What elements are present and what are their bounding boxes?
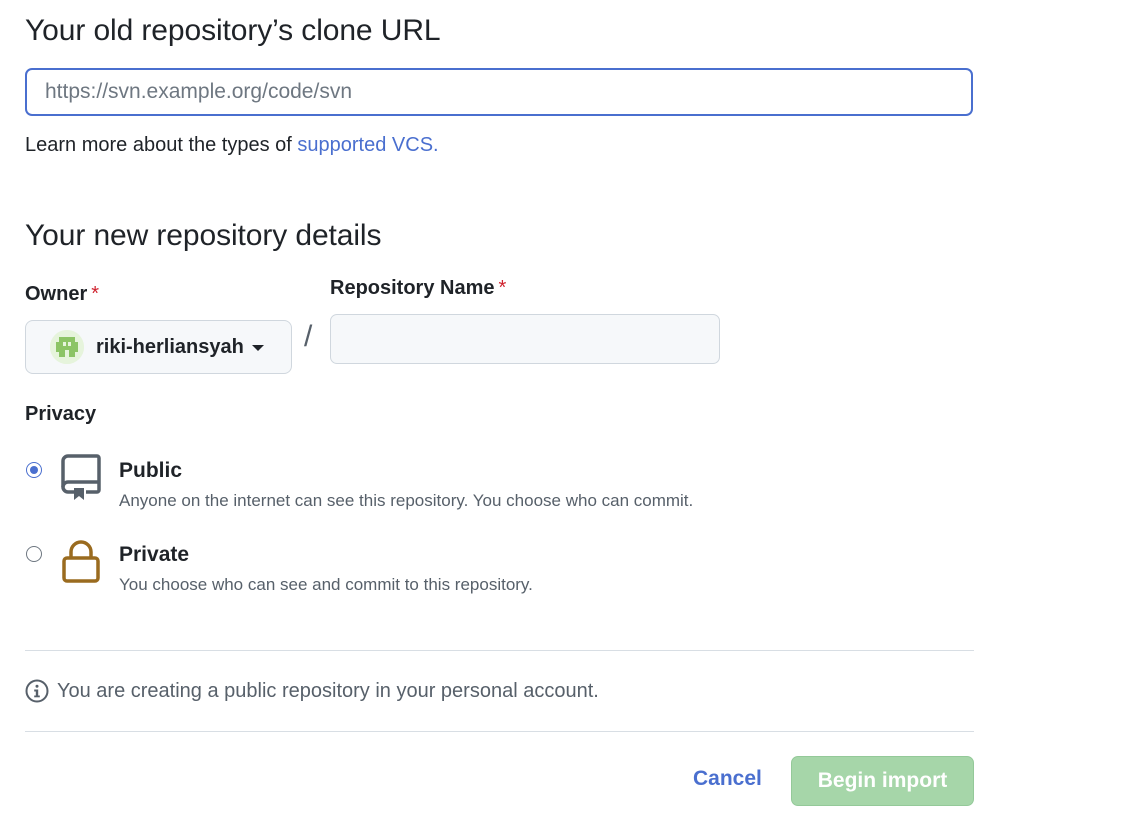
required-mark: *: [498, 277, 507, 299]
public-option-title: Public: [119, 459, 183, 482]
cancel-button[interactable]: Cancel: [693, 767, 762, 791]
new-repo-heading: Your new repository details: [25, 219, 382, 252]
old-repo-heading: Your old repository’s clone URL: [25, 14, 441, 47]
repo-name-input[interactable]: [330, 314, 720, 364]
learn-more-prefix: Learn more about the types of: [25, 134, 298, 156]
public-radio[interactable]: [26, 462, 42, 478]
private-radio[interactable]: [26, 546, 42, 562]
repo-name-label: Repository Name *: [330, 277, 506, 300]
clone-url-input[interactable]: [25, 68, 973, 116]
owner-name: riki-herliansyah: [96, 335, 244, 358]
private-option-title: Private: [119, 543, 190, 566]
visibility-notice: You are creating a public repository in …: [25, 679, 599, 703]
caret-down-icon: [251, 345, 264, 351]
repo-icon: [61, 454, 101, 507]
owner-repo-separator: /: [304, 320, 313, 353]
avatar: [50, 330, 84, 364]
required-mark: *: [91, 283, 100, 305]
divider: [25, 650, 974, 651]
owner-select-button[interactable]: riki-herliansyah: [25, 320, 292, 374]
supported-vcs-link[interactable]: supported VCS.: [297, 134, 438, 156]
owner-label-text: Owner: [25, 283, 88, 305]
import-repository-form: Your old repository’s clone URL Learn mo…: [0, 0, 1148, 823]
divider: [25, 731, 974, 732]
privacy-label: Privacy: [25, 403, 97, 425]
public-option-description: Anyone on the internet can see this repo…: [119, 491, 694, 510]
notice-text: You are creating a public repository in …: [57, 679, 599, 702]
info-icon: [25, 679, 49, 703]
begin-import-button[interactable]: Begin import: [791, 756, 974, 806]
learn-more-text: Learn more about the types of supported …: [25, 134, 439, 157]
owner-label: Owner *: [25, 283, 99, 306]
lock-icon: [61, 540, 101, 589]
private-option-description: You choose who can see and commit to thi…: [119, 575, 533, 594]
repo-name-label-text: Repository Name: [330, 277, 495, 299]
